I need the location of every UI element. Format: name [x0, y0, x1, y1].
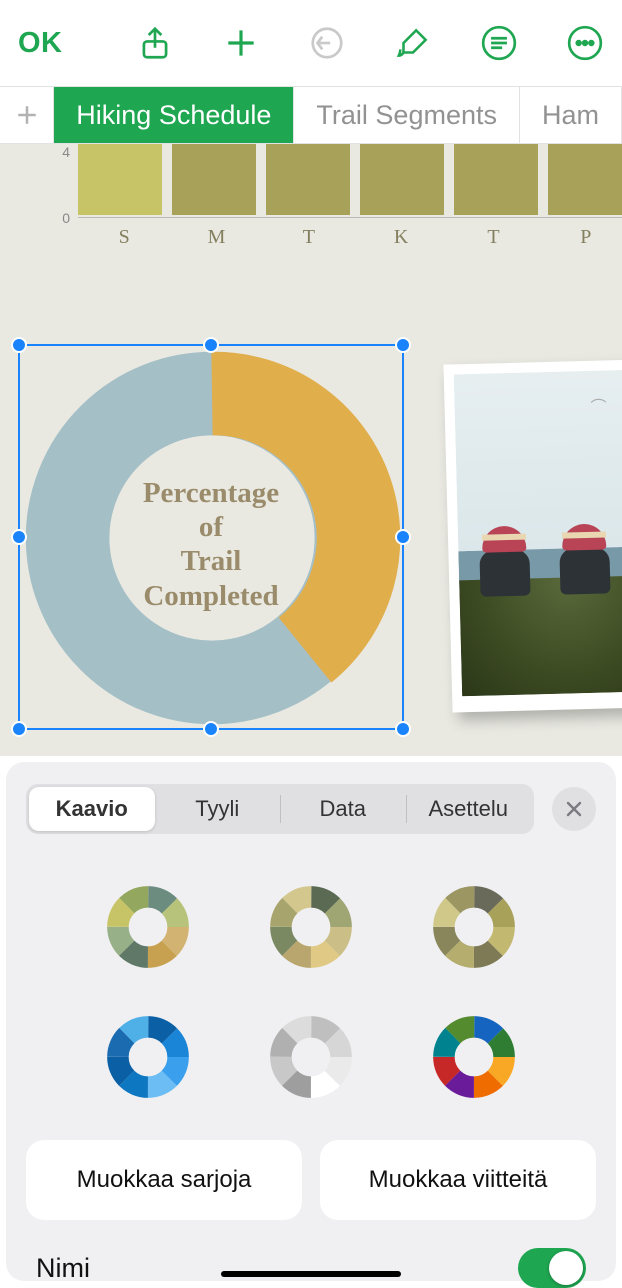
name-toggle-row: Nimi: [6, 1248, 616, 1288]
home-indicator: [221, 1271, 401, 1277]
x-tick: S: [78, 226, 170, 249]
sheet-tab-hiking[interactable]: Hiking Schedule: [54, 87, 294, 143]
resize-handle[interactable]: [11, 337, 27, 353]
person: [478, 526, 532, 599]
donut-title: Percentage of Trail Completed: [20, 476, 402, 613]
segment-tyyli[interactable]: Tyyli: [155, 787, 281, 831]
segmented-control: Kaavio Tyyli Data Asettelu: [26, 784, 534, 834]
sheet-tabs: Hiking Schedule Trail Segments Ham: [0, 86, 622, 144]
plus-icon[interactable]: [222, 24, 260, 62]
chart-style-swatch[interactable]: [229, 884, 392, 970]
bar: [266, 144, 350, 215]
chart-style-swatch[interactable]: [66, 884, 229, 970]
x-tick: T: [447, 226, 539, 249]
name-label: Nimi: [36, 1253, 90, 1284]
ellipsis-icon[interactable]: [566, 24, 604, 62]
segment-data[interactable]: Data: [280, 787, 406, 831]
bar-chart[interactable]: [78, 144, 622, 215]
sheet-tab-trail-segments[interactable]: Trail Segments: [294, 87, 520, 143]
bar: [78, 144, 162, 215]
style-swatches: [6, 834, 616, 1140]
toolbar: OK: [0, 0, 622, 86]
y-tick-0: 0: [62, 210, 70, 226]
resize-handle[interactable]: [11, 721, 27, 737]
bar: [454, 144, 538, 215]
x-tick: M: [170, 226, 262, 249]
share-icon[interactable]: [136, 24, 174, 62]
resize-handle[interactable]: [203, 337, 219, 353]
photo-content: ︵: [454, 370, 622, 697]
segment-kaavio[interactable]: Kaavio: [29, 787, 155, 831]
bar: [360, 144, 444, 215]
resize-handle[interactable]: [395, 337, 411, 353]
y-tick-4: 4: [62, 144, 70, 160]
undo-icon: [308, 24, 346, 62]
hlines-icon[interactable]: [480, 24, 518, 62]
edit-series-button[interactable]: Muokkaa sarjoja: [26, 1140, 302, 1220]
photo-object[interactable]: ︵: [443, 359, 622, 712]
paintbrush-icon[interactable]: [394, 24, 432, 62]
sheet-tab-ham[interactable]: Ham: [520, 87, 622, 143]
x-tick: K: [355, 226, 447, 249]
resize-handle[interactable]: [395, 529, 411, 545]
chart-style-swatch[interactable]: [66, 1014, 229, 1100]
bird-icon: ︵: [590, 382, 607, 406]
x-tick: T: [263, 226, 355, 249]
axis-line: [78, 217, 622, 218]
chart-style-swatch[interactable]: [229, 1014, 392, 1100]
format-panel: Kaavio Tyyli Data Asettelu Muokkaa sarjo…: [6, 762, 616, 1281]
person: [558, 524, 612, 597]
segment-asettelu[interactable]: Asettelu: [406, 787, 532, 831]
canvas[interactable]: 4 0 S M T K T P Percentage of Trail Comp…: [0, 144, 622, 756]
name-toggle[interactable]: [518, 1248, 586, 1288]
resize-handle[interactable]: [203, 721, 219, 737]
resize-handle[interactable]: [11, 529, 27, 545]
x-tick: P: [540, 226, 622, 249]
bar: [172, 144, 256, 215]
chart-style-swatch[interactable]: [393, 884, 556, 970]
chart-style-swatch[interactable]: [393, 1014, 556, 1100]
edit-references-button[interactable]: Muokkaa viitteitä: [320, 1140, 596, 1220]
ok-button[interactable]: OK: [18, 27, 63, 60]
resize-handle[interactable]: [395, 721, 411, 737]
selection-box[interactable]: Percentage of Trail Completed: [18, 344, 404, 730]
x-axis: S M T K T P: [78, 226, 622, 249]
add-sheet-button[interactable]: [0, 87, 54, 143]
close-icon[interactable]: [552, 787, 596, 831]
bar: [548, 144, 622, 215]
